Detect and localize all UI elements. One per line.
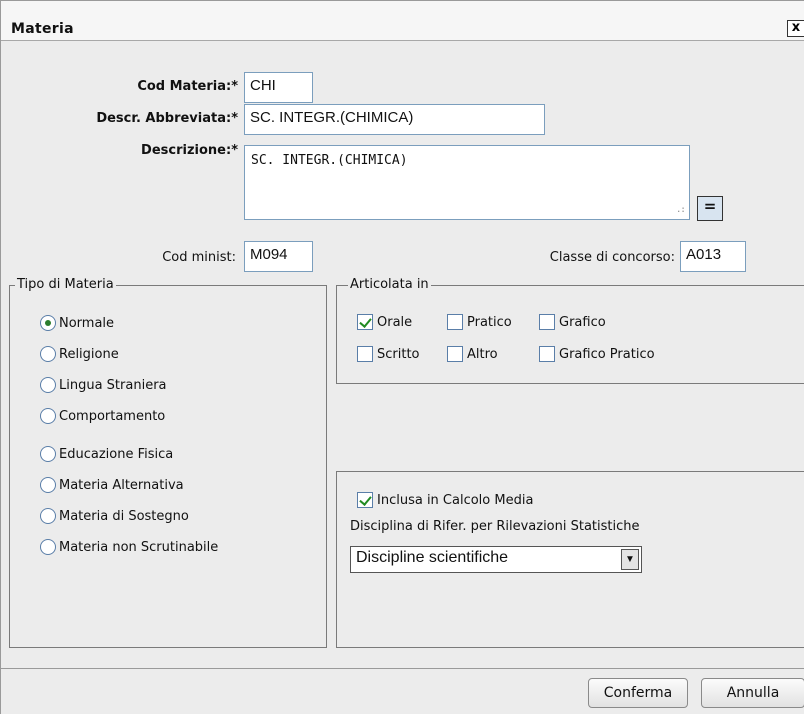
radio-label: Normale [59,315,115,331]
checkbox-label: Pratico [467,314,512,330]
checkbox-label: Scritto [377,346,420,362]
radio-icon[interactable] [40,508,56,524]
descrizione-textarea[interactable]: SC. INTEGR.(CHIMICA) .: [244,145,690,220]
footer-divider [1,668,804,669]
radio-icon[interactable] [40,408,56,424]
check-scritto[interactable]: Scritto [357,346,420,362]
checkbox-icon[interactable] [539,346,555,362]
check-grafico[interactable]: Grafico [539,314,606,330]
radio-label: Materia Alternativa [59,477,184,493]
classe-concorso-input[interactable]: A013 [680,241,746,272]
checkbox-checked-icon[interactable] [357,492,373,508]
radio-materia-non-scrutinabile[interactable]: Materia non Scrutinabile [40,539,218,555]
radio-icon[interactable] [40,446,56,462]
radio-religione[interactable]: Religione [40,346,119,362]
radio-icon[interactable] [40,377,56,393]
chevron-down-icon[interactable]: ▼ [621,549,639,570]
radio-checked-icon[interactable] [40,315,56,331]
check-inclusa-calcolo-media[interactable]: Inclusa in Calcolo Media [357,492,533,508]
tipo-materia-legend: Tipo di Materia [15,277,116,292]
resize-grip-icon[interactable]: .: [676,206,686,216]
radio-comportamento[interactable]: Comportamento [40,408,165,424]
radio-icon[interactable] [40,539,56,555]
classe-concorso-label: Classe di concorso: [549,250,675,265]
radio-label: Religione [59,346,119,362]
checkbox-icon[interactable] [447,346,463,362]
radio-normale[interactable]: Normale [40,315,114,331]
cod-minist-label: Cod minist: [162,250,236,265]
descrizione-label: Descrizione:* [141,143,238,158]
descr-abbreviata-label: Descr. Abbreviata:* [96,111,238,126]
disciplina-label: Disciplina di Rifer. per Rilevazioni Sta… [350,519,640,534]
cod-materia-input[interactable]: CHI [244,72,313,103]
articolata-group [336,285,804,384]
checkbox-label: Altro [467,346,498,362]
radio-label: Comportamento [59,408,166,424]
title-bar: Materia x [1,1,804,41]
cod-minist-input[interactable]: M094 [244,241,313,272]
dialog-title: Materia [11,21,74,37]
checkbox-checked-icon[interactable] [357,314,373,330]
radio-label: Materia di Sostegno [59,508,189,524]
radio-icon[interactable] [40,477,56,493]
check-altro[interactable]: Altro [447,346,498,362]
radio-materia-sostegno[interactable]: Materia di Sostegno [40,508,189,524]
conferma-button[interactable]: Conferma [588,678,688,708]
check-grafico-pratico[interactable]: Grafico Pratico [539,346,655,362]
materia-dialog: Materia x Cod Materia:* CHI Descr. Abbre… [0,0,804,714]
tipo-materia-group [9,285,327,648]
disciplina-selected-value: Discipline scientifiche [356,549,509,566]
checkbox-label: Grafico Pratico [559,346,655,362]
checkbox-icon[interactable] [357,346,373,362]
radio-materia-alternativa[interactable]: Materia Alternativa [40,477,184,493]
annulla-button[interactable]: Annulla [701,678,804,708]
checkbox-label: Grafico [559,314,606,330]
checkbox-icon[interactable] [447,314,463,330]
close-icon[interactable]: x [787,20,804,37]
descrizione-text: SC. INTEGR.(CHIMICA) [251,153,408,168]
radio-lingua-straniera[interactable]: Lingua Straniera [40,377,167,393]
radio-icon[interactable] [40,346,56,362]
articolata-legend: Articolata in [348,277,431,292]
checkbox-label: Inclusa in Calcolo Media [377,492,534,508]
check-pratico[interactable]: Pratico [447,314,512,330]
disciplina-select[interactable]: Discipline scientifiche ▼ [350,546,642,573]
radio-label: Materia non Scrutinabile [59,539,219,555]
cod-materia-label: Cod Materia:* [137,79,238,94]
checkbox-icon[interactable] [539,314,555,330]
radio-label: Educazione Fisica [59,446,174,462]
descr-abbreviata-input[interactable]: SC. INTEGR.(CHIMICA) [244,104,545,135]
check-orale[interactable]: Orale [357,314,412,330]
radio-label: Lingua Straniera [59,377,167,393]
expand-editor-button[interactable]: = [697,196,723,221]
radio-educazione-fisica[interactable]: Educazione Fisica [40,446,173,462]
checkbox-label: Orale [377,314,413,330]
